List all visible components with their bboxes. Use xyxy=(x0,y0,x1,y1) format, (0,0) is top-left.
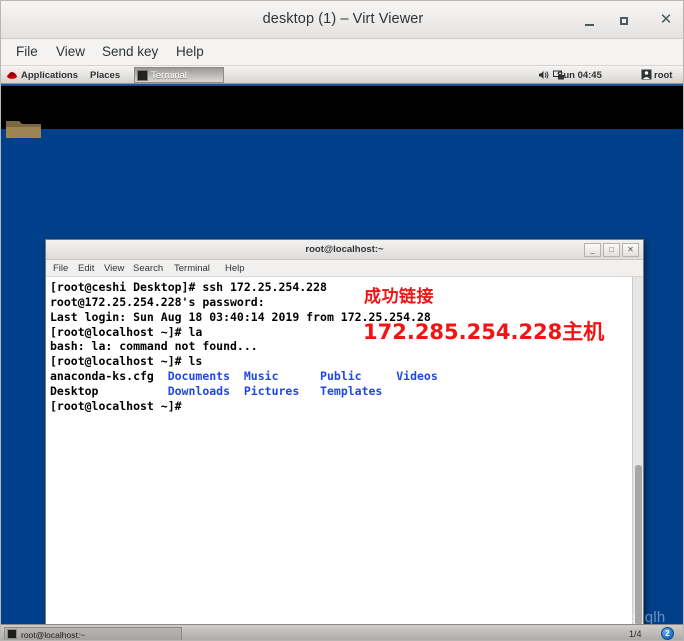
terminal-menubar: File Edit View Search Terminal Help xyxy=(46,260,643,277)
panel-window-label: Terminal xyxy=(151,70,187,81)
guest-desktop-background[interactable]: root@localhost:~ _ □ ✕ File Edit View Se… xyxy=(1,121,683,640)
terminal-line-text: root@172.25.254.228's password: xyxy=(50,294,265,309)
close-icon: ✕ xyxy=(659,11,673,28)
terminal-icon xyxy=(137,70,148,81)
menu-view[interactable]: View xyxy=(51,43,90,60)
virt-viewer-window: desktop (1) – Virt Viewer ✕ File View Se… xyxy=(0,0,684,641)
terminal-line: [root@localhost ~]# ls xyxy=(50,354,452,369)
terminal-line: anaconda-ks.cfg Documents Music Public V… xyxy=(50,369,452,384)
vm-display-area[interactable]: Applications Places Terminal Sun 04:45 r… xyxy=(1,66,683,640)
minimize-icon xyxy=(584,23,594,26)
annotation-success-connect: 成功链接 xyxy=(364,287,434,307)
terminal-titlebar[interactable]: root@localhost:~ _ □ ✕ xyxy=(46,240,643,260)
volume-icon[interactable] xyxy=(538,69,550,81)
gnome-bottom-panel: root@localhost:~ 1/4 2 xyxy=(1,624,683,640)
terminal-close-button[interactable]: ✕ xyxy=(622,243,639,257)
terminal-line: Desktop Downloads Pictures Templates xyxy=(50,384,452,399)
panel-places-menu[interactable]: Places xyxy=(90,70,120,81)
taskbar-button-terminal[interactable]: root@localhost:~ xyxy=(4,627,182,640)
annotation-host-address: 172.285.254.228主机 xyxy=(363,320,605,344)
taskbar-button-label: root@localhost:~ xyxy=(21,630,86,640)
desktop-folder-icon[interactable] xyxy=(4,116,44,142)
terminal-scrollbar[interactable] xyxy=(632,277,643,633)
terminal-menu-edit[interactable]: Edit xyxy=(78,263,94,274)
menu-help[interactable]: Help xyxy=(171,43,209,60)
titlebar: desktop (1) – Virt Viewer ✕ xyxy=(1,1,683,39)
terminal-line-text: anaconda-ks.cfg xyxy=(50,369,168,384)
terminal-line-text: [root@localhost ~]# la xyxy=(50,324,203,339)
close-button[interactable]: ✕ xyxy=(656,10,676,30)
gnome-top-panel: Applications Places Terminal Sun 04:45 r… xyxy=(1,66,683,84)
terminal-directory-name: Documents xyxy=(167,369,244,384)
minimize-button[interactable] xyxy=(579,10,599,30)
panel-username[interactable]: root xyxy=(654,70,672,81)
notification-badge[interactable]: 2 xyxy=(661,627,674,640)
terminal-icon xyxy=(7,629,17,639)
terminal-menu-view[interactable]: View xyxy=(104,263,124,274)
terminal-line-text: [root@ceshi Desktop]# ssh 172.25.254.228 xyxy=(50,280,327,294)
terminal-line-text: Desktop xyxy=(50,383,168,398)
terminal-menu-file[interactable]: File xyxy=(53,263,68,274)
terminal-directory-name: Music xyxy=(243,369,321,384)
terminal-line-text: [root@localhost ~]# ls xyxy=(50,354,203,369)
terminal-minimize-button[interactable]: _ xyxy=(584,243,601,257)
terminal-menu-help[interactable]: Help xyxy=(225,263,245,274)
panel-accent-strip xyxy=(1,84,683,86)
terminal-line: [root@localhost ~]# xyxy=(50,399,452,414)
panel-window-button-terminal[interactable]: Terminal xyxy=(134,67,224,83)
terminal-directory-name: Videos xyxy=(396,369,452,384)
terminal-scrollbar-thumb[interactable] xyxy=(635,465,642,625)
terminal-title: root@localhost:~ xyxy=(305,244,384,255)
terminal-menu-terminal[interactable]: Terminal xyxy=(174,263,210,274)
terminal-menu-search[interactable]: Search xyxy=(133,263,163,274)
terminal-maximize-button[interactable]: □ xyxy=(603,243,620,257)
maximize-icon xyxy=(620,16,628,25)
gnome-terminal-window[interactable]: root@localhost:~ _ □ ✕ File Edit View Se… xyxy=(45,239,644,634)
terminal-line-text: bash: la: command not found... xyxy=(50,339,258,354)
menu-send-key[interactable]: Send key xyxy=(97,43,163,60)
terminal-directory-name: Downloads xyxy=(167,383,244,398)
panel-applications-menu[interactable]: Applications xyxy=(21,70,78,81)
user-icon[interactable] xyxy=(641,69,652,80)
maximize-button[interactable] xyxy=(614,10,634,30)
menu-file[interactable]: File xyxy=(11,43,43,60)
menubar: File View Send key Help xyxy=(1,39,683,66)
terminal-directory-name: Pictures xyxy=(243,383,321,398)
red-hat-icon xyxy=(7,72,17,79)
terminal-directory-name: Templates xyxy=(320,383,397,398)
panel-clock[interactable]: Sun 04:45 xyxy=(557,70,602,81)
terminal-directory-name: Public xyxy=(320,369,397,384)
workspace-switcher[interactable]: 1/4 xyxy=(629,629,642,639)
terminal-line-text: [root@localhost ~]# xyxy=(50,398,182,413)
